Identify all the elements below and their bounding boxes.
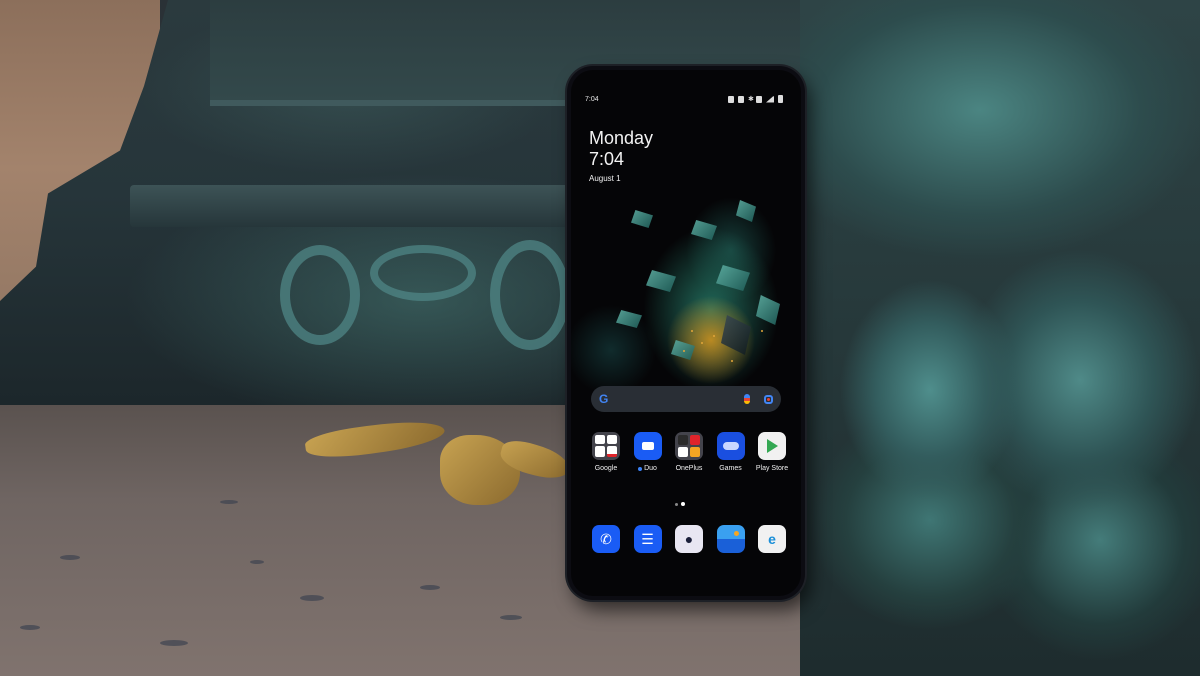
ground-speck — [60, 555, 80, 560]
app-label-wrap: Duo — [638, 465, 657, 472]
app-row: Google Duo OnePlus Games Play Store — [589, 432, 789, 472]
mic-icon[interactable] — [744, 394, 750, 404]
dock-edge[interactable]: e — [755, 525, 789, 553]
ground-speck — [420, 585, 440, 590]
wallpaper-shard — [691, 220, 717, 240]
wallpaper-shard — [721, 315, 751, 355]
app-google-folder[interactable]: Google — [589, 432, 623, 472]
phone-icon: ✆ — [592, 525, 620, 553]
page-dot-active[interactable] — [681, 502, 685, 506]
new-badge-dot — [638, 466, 643, 471]
google-search-bar[interactable]: G — [591, 386, 781, 412]
app-label: OnePlus — [675, 465, 703, 472]
data-saver-icon — [756, 95, 762, 103]
ground-speck — [20, 625, 40, 630]
youtube-mini-icon — [607, 445, 617, 457]
video-camera-glyph — [641, 442, 654, 450]
app-oneplus-folder[interactable]: OnePlus — [672, 432, 706, 472]
recorder-mini-icon — [678, 447, 688, 457]
app-games[interactable]: Games — [714, 432, 748, 472]
lens-icon[interactable] — [764, 394, 773, 404]
ground-speck — [220, 500, 238, 504]
dock-camera[interactable]: ● — [672, 525, 706, 553]
app-label: Games — [719, 465, 742, 472]
community-mini-icon — [690, 435, 700, 445]
status-bar: 7:04 ✱ — [585, 94, 783, 104]
status-time: 7:04 — [585, 95, 599, 103]
ornament-scroll — [280, 245, 360, 345]
smartphone: 7:04 ✱ Monday 7:04 August 1 G Google Duo… — [567, 66, 805, 600]
wallpaper-shard — [631, 210, 653, 228]
dock-phone[interactable]: ✆ — [589, 525, 623, 553]
wallpaper-shard — [736, 200, 756, 222]
app-duo[interactable]: Duo — [631, 432, 665, 472]
ground-speck — [300, 595, 324, 601]
oneplus-folder-icon — [675, 432, 703, 460]
vibrate-icon — [738, 95, 744, 103]
clock-day: Monday — [589, 128, 654, 148]
status-icons: ✱ — [728, 95, 783, 103]
edge-browser-icon: e — [758, 525, 786, 553]
statue-claw-foot — [800, 0, 1200, 676]
wallpaper-glitter — [761, 330, 763, 332]
battery-icon — [778, 95, 783, 103]
controller-glyph — [722, 442, 739, 450]
dock-gallery[interactable] — [714, 525, 748, 553]
files-mini-icon — [690, 447, 700, 457]
wallpaper-glitter — [683, 350, 685, 352]
wallpaper-glitter — [701, 342, 703, 344]
wallpaper-glitter — [691, 330, 693, 332]
google-folder-icon — [592, 432, 620, 460]
nfc-icon — [728, 95, 734, 103]
bluetooth-icon: ✱ — [748, 95, 754, 103]
app-label: Duo — [644, 465, 657, 472]
wallpaper-shard — [646, 270, 676, 292]
sun-glyph — [733, 531, 739, 536]
clock-date: August 1 — [589, 174, 621, 183]
ornament-leaf — [370, 245, 476, 301]
ground-speck — [250, 560, 264, 564]
google-mini-icon — [607, 435, 617, 444]
ground-speck — [160, 640, 188, 646]
wallpaper-glitter — [713, 335, 715, 337]
app-play-store[interactable]: Play Store — [755, 432, 789, 472]
dock: ✆ ☰ ● e — [589, 525, 789, 553]
wallpaper-shard — [756, 295, 780, 325]
games-controller-icon — [716, 432, 745, 460]
dock-messages[interactable]: ☰ — [631, 525, 665, 553]
gallery-icon — [716, 525, 745, 553]
messages-icon: ☰ — [633, 525, 662, 553]
duo-video-icon — [633, 432, 662, 460]
clock-widget[interactable]: Monday 7:04 August 1 — [589, 128, 653, 183]
play-store-icon — [758, 432, 786, 460]
page-dot[interactable] — [675, 502, 678, 506]
ground-speck — [500, 615, 522, 620]
gmail-mini-icon — [595, 435, 605, 444]
signal-icon — [766, 95, 774, 103]
app-label: Play Store — [755, 465, 789, 472]
play-triangle-glyph — [766, 439, 778, 453]
google-logo-icon: G — [599, 392, 609, 406]
wallpaper-glitter — [731, 360, 733, 362]
maps-mini-icon — [595, 445, 605, 457]
clock-time: 7:04 — [589, 149, 625, 169]
camera-icon: ● — [675, 525, 703, 553]
ornament-scroll — [490, 240, 570, 350]
home-screen: 7:04 ✱ Monday 7:04 August 1 G Google Duo… — [571, 70, 801, 596]
wallpaper-shard — [616, 310, 642, 328]
page-indicator[interactable] — [675, 502, 685, 506]
settings-mini-icon — [678, 435, 688, 445]
app-label: Google — [594, 465, 618, 472]
wallpaper-shard — [716, 265, 750, 291]
